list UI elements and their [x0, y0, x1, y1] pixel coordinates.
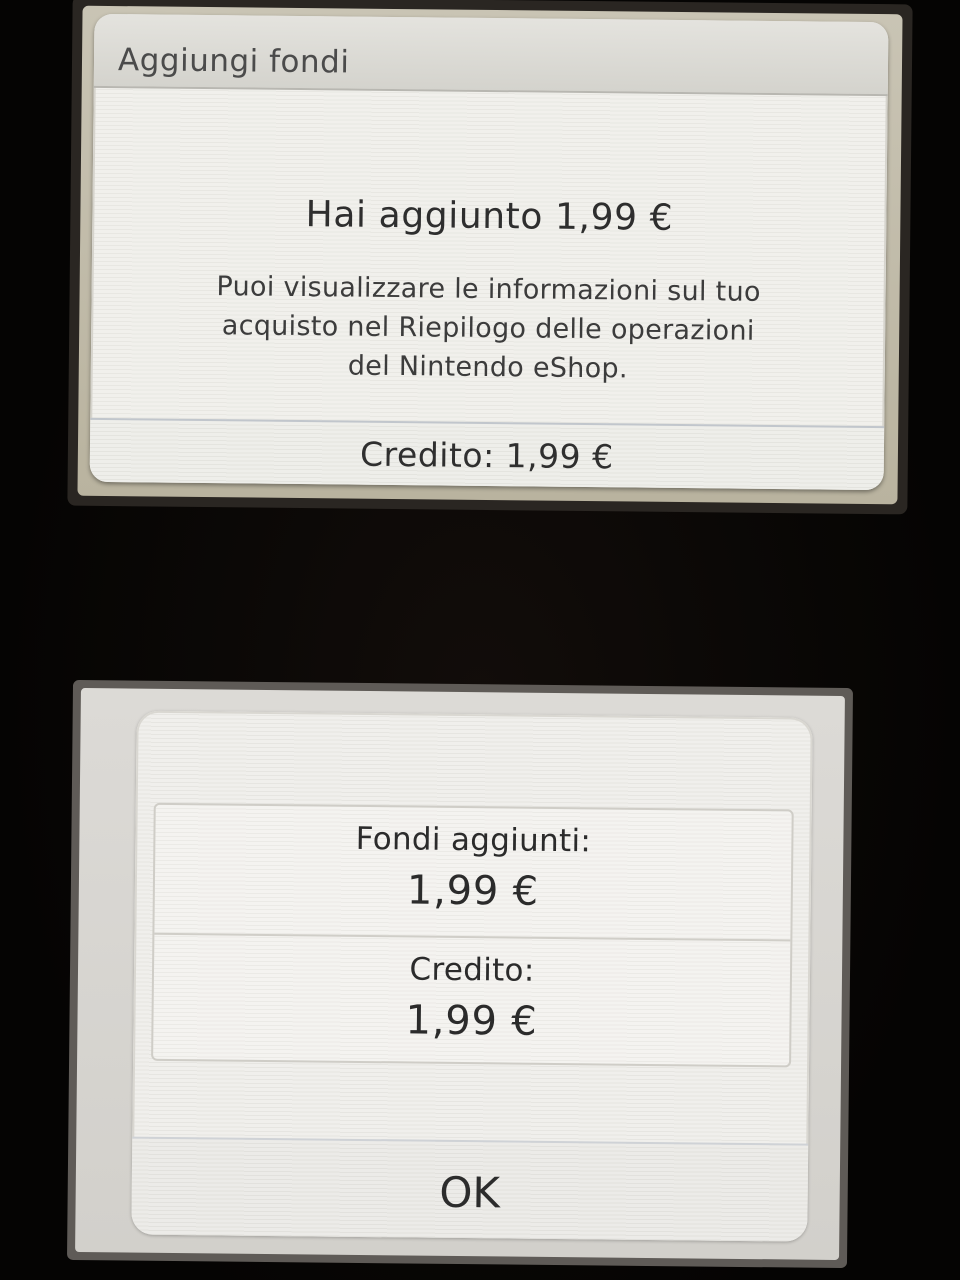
funds-added-label: Fondi aggiunti: [355, 820, 592, 860]
dialog-title: Aggiungi fondi [117, 42, 350, 81]
summary-divider [154, 932, 791, 942]
dialog-titlebar: Aggiungi fondi [93, 13, 889, 97]
bottom-screen: Fondi aggiunti: 1,99 € Credito: 1,99 € O… [66, 679, 854, 1269]
summary-dialog: Fondi aggiunti: 1,99 € Credito: 1,99 € O… [131, 710, 813, 1242]
balance-text: Credito: 1,99 € [359, 434, 614, 477]
summary-panel: Fondi aggiunti: 1,99 € Credito: 1,99 € [151, 802, 794, 1068]
balance-footer: Credito: 1,99 € [89, 417, 885, 491]
info-line: del Nintendo eShop. [347, 350, 628, 385]
photo-stage: Aggiungi fondi Hai aggiunto 1,99 € Puoi … [0, 0, 960, 1280]
balance-label: Credito: [409, 951, 535, 989]
info-message: Puoi visualizzare le informazioni sul tu… [151, 266, 826, 390]
balance-value: 1,99 € [405, 997, 538, 1045]
add-funds-dialog: Aggiungi fondi Hai aggiunto 1,99 € Puoi … [89, 13, 889, 491]
info-line: acquisto nel Riepilogo delle operazioni [221, 310, 755, 347]
ok-button-label: OK [439, 1167, 501, 1218]
funds-added-value: 1,99 € [406, 867, 540, 915]
ok-button[interactable]: OK [131, 1136, 809, 1242]
confirmation-headline: Hai aggiunto 1,99 € [305, 194, 674, 239]
top-screen-frame: Aggiungi fondi Hai aggiunto 1,99 € Puoi … [77, 5, 903, 505]
bottom-screen-frame: Fondi aggiunti: 1,99 € Credito: 1,99 € O… [75, 688, 845, 1260]
top-screen: Aggiungi fondi Hai aggiunto 1,99 € Puoi … [67, 0, 913, 515]
